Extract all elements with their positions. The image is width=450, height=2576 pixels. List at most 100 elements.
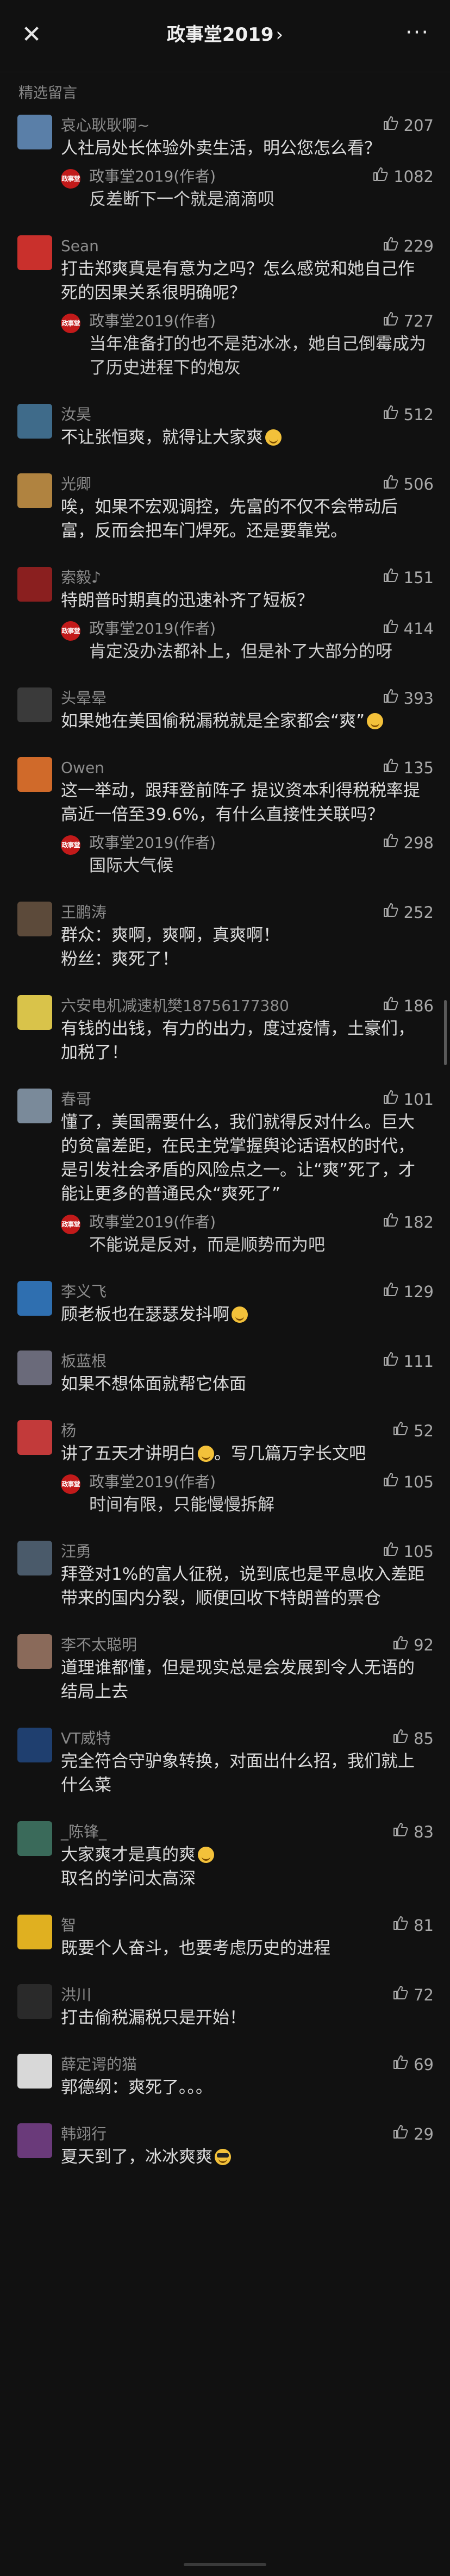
avatar[interactable] xyxy=(17,1420,52,1455)
reply-like-button[interactable]: 727 xyxy=(382,310,434,332)
like-button[interactable]: 207 xyxy=(382,115,434,136)
avatar[interactable] xyxy=(17,1350,52,1385)
comment-author[interactable]: 哀心耿耿啊~ xyxy=(61,116,149,134)
like-button[interactable]: 135 xyxy=(382,757,434,779)
reply-author: 政事堂2019(作者) xyxy=(89,167,216,185)
comment-text-body: 讲了五天才讲明白 xyxy=(61,1444,196,1464)
reply-like-button[interactable]: 298 xyxy=(382,832,434,854)
section-label: 精选留言 xyxy=(18,85,77,102)
comment-author[interactable]: 索毅♪ xyxy=(61,568,101,586)
like-count: 81 xyxy=(414,1916,434,1935)
avatar[interactable] xyxy=(17,1634,52,1669)
like-count: 506 xyxy=(403,475,434,493)
like-button[interactable]: 229 xyxy=(382,235,434,257)
like-button[interactable]: 69 xyxy=(392,2054,434,2075)
like-button[interactable]: 85 xyxy=(392,1728,434,1749)
comment-author[interactable]: 智 xyxy=(61,1916,76,1934)
comment-author[interactable]: 王鹏涛 xyxy=(61,903,107,921)
avatar[interactable] xyxy=(17,404,52,439)
like-count: 83 xyxy=(414,1823,434,1841)
reply-like-button[interactable]: 414 xyxy=(382,618,434,640)
comment-author[interactable]: 李义飞 xyxy=(61,1283,107,1300)
like-button[interactable]: 92 xyxy=(392,1634,434,1656)
like-button[interactable]: 252 xyxy=(382,902,434,923)
comment-item: 智 81 既要个人奋斗，也要考虑历史的进程 xyxy=(0,1915,450,1960)
like-button[interactable]: 506 xyxy=(382,473,434,495)
avatar[interactable] xyxy=(17,115,52,149)
avatar[interactable] xyxy=(17,687,52,722)
avatar[interactable] xyxy=(17,757,52,792)
avatar[interactable] xyxy=(17,567,52,602)
comment-author[interactable]: 薛定谔的猫 xyxy=(61,2055,137,2073)
emoji-icon xyxy=(367,713,384,729)
comment-author[interactable]: 六安电机减速机樊18756177380 xyxy=(61,997,289,1015)
comment-text: 郭德纲：爽死了。。。 xyxy=(61,2075,434,2099)
comment-author[interactable]: 李不太聪明 xyxy=(61,1636,137,1654)
like-button[interactable]: 512 xyxy=(382,404,434,426)
like-count: 512 xyxy=(403,405,434,424)
avatar[interactable] xyxy=(17,1281,52,1316)
reply-header: 政事堂2019(作者) 1082 xyxy=(89,166,434,187)
comment-header: 李不太聪明 92 xyxy=(61,1634,434,1656)
scrollbar[interactable] xyxy=(444,1000,447,1065)
comment-author[interactable]: 汪勇 xyxy=(61,1542,91,1560)
comment-author[interactable]: 板蓝根 xyxy=(61,1352,107,1370)
reply-header: 政事堂2019(作者) 298 xyxy=(89,832,434,854)
like-button[interactable]: 81 xyxy=(392,1915,434,1936)
avatar[interactable] xyxy=(17,1915,52,1949)
comment-author[interactable]: 光卿 xyxy=(61,475,91,493)
comment-header: 哀心耿耿啊~ 207 xyxy=(61,115,434,136)
author-reply: 政事堂 政事堂2019(作者) 414 肯定没办法都补上，但是补了大部分的呀 xyxy=(61,618,434,664)
avatar[interactable] xyxy=(17,1728,52,1762)
comment-header: 板蓝根 111 xyxy=(61,1350,434,1372)
comment-author[interactable]: 洪川 xyxy=(61,1986,91,2004)
reply-like-button[interactable]: 1082 xyxy=(372,166,434,187)
comment-header: 李义飞 129 xyxy=(61,1281,434,1303)
like-button[interactable]: 151 xyxy=(382,567,434,589)
avatar[interactable] xyxy=(17,473,52,508)
comment-header: 杨 52 xyxy=(61,1420,434,1442)
like-button[interactable]: 111 xyxy=(382,1350,434,1372)
like-button[interactable]: 105 xyxy=(382,1541,434,1562)
reply-like-button[interactable]: 182 xyxy=(382,1211,434,1233)
like-button[interactable]: 72 xyxy=(392,1984,434,2006)
comment-author[interactable]: _陈锋_ xyxy=(61,1823,107,1841)
comment-author[interactable]: 韩翊行 xyxy=(61,2125,107,2143)
like-button[interactable]: 83 xyxy=(392,1821,434,1843)
avatar[interactable] xyxy=(17,902,52,936)
thumbs-up-icon xyxy=(392,1915,409,1936)
avatar[interactable] xyxy=(17,1089,52,1123)
comment-author[interactable]: 杨 xyxy=(61,1422,76,1440)
like-button[interactable]: 186 xyxy=(382,995,434,1017)
more-icon[interactable]: ··· xyxy=(401,22,434,46)
like-button[interactable]: 101 xyxy=(382,1089,434,1110)
comment-text: 既要个人奋斗，也要考虑历史的进程 xyxy=(61,1936,434,1960)
comment-item: 板蓝根 111 如果不想体面就帮它体面 xyxy=(0,1350,450,1396)
comment-author[interactable]: 春哥 xyxy=(61,1090,91,1108)
like-button[interactable]: 393 xyxy=(382,687,434,709)
page-title[interactable]: 政事堂2019 › xyxy=(0,23,450,47)
comment-author[interactable]: Owen xyxy=(61,759,104,777)
emoji-icon xyxy=(198,1847,214,1863)
avatar[interactable] xyxy=(17,995,52,1030)
comment-author[interactable]: Sean xyxy=(61,237,99,255)
avatar[interactable] xyxy=(17,1984,52,2019)
comment-text: 唉，如果不宏观调控，先富的不仅不会带动后富，反而会把车门焊死。还是要靠党。 xyxy=(61,495,434,543)
author-badge-icon: 政事堂 xyxy=(61,314,80,333)
like-button[interactable]: 129 xyxy=(382,1281,434,1303)
avatar[interactable] xyxy=(17,2054,52,2089)
comment-author[interactable]: 头晕晕 xyxy=(61,689,107,707)
comment-author[interactable]: VT威特 xyxy=(61,1729,111,1747)
comment-text-body: 唉，如果不宏观调控，先富的不仅不会带动后富，反而会把车门焊死。还是要靠党。 xyxy=(61,497,398,541)
comment-text-body: 特朗普时期真的迅速补齐了短板？ xyxy=(61,591,314,610)
chevron-right-icon: › xyxy=(276,24,284,46)
avatar[interactable] xyxy=(17,2123,52,2158)
like-count: 69 xyxy=(414,2055,434,2074)
like-button[interactable]: 52 xyxy=(392,1420,434,1442)
like-button[interactable]: 29 xyxy=(392,2123,434,2145)
avatar[interactable] xyxy=(17,1821,52,1856)
avatar[interactable] xyxy=(17,235,52,270)
reply-like-button[interactable]: 105 xyxy=(382,1471,434,1493)
avatar[interactable] xyxy=(17,1541,52,1575)
comment-author[interactable]: 汝昊 xyxy=(61,405,91,423)
